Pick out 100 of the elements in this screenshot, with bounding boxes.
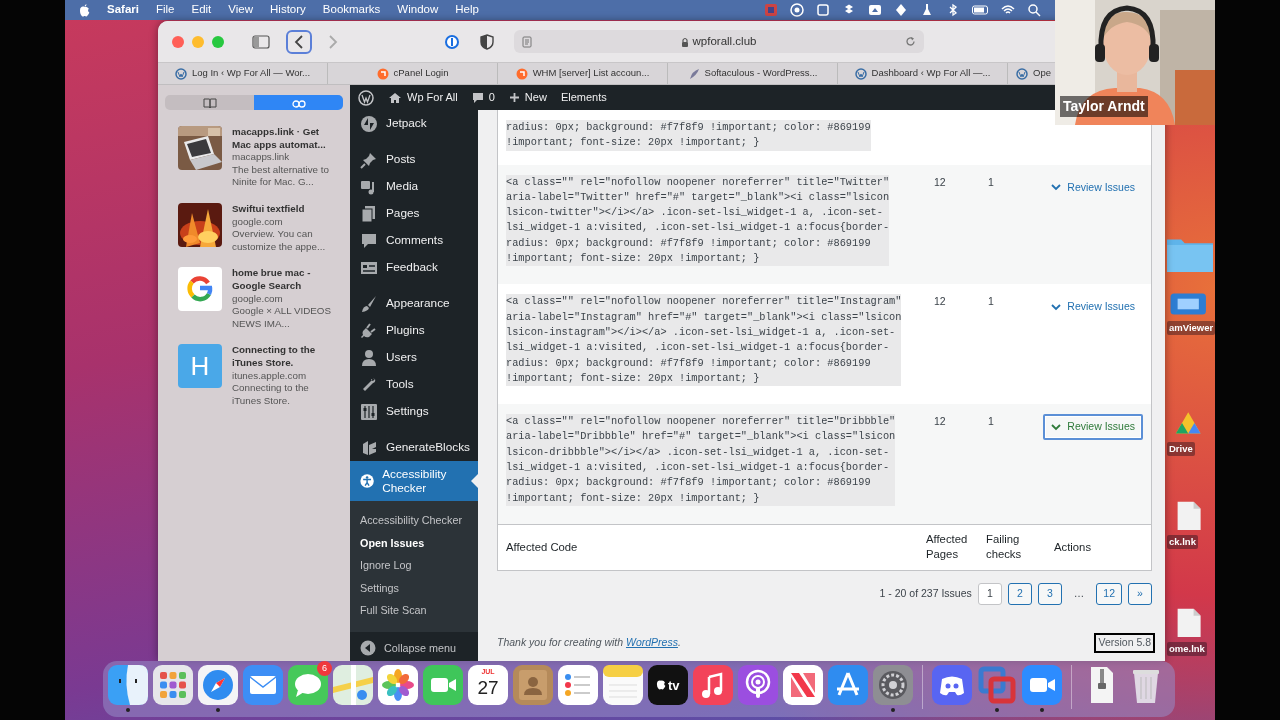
menu-bar-item[interactable]: Window [397, 1, 439, 19]
podcast-icon[interactable] [738, 665, 778, 705]
article-title[interactable]: Swiftui textfield [232, 202, 337, 216]
menu-item[interactable]: Feedback [350, 254, 478, 281]
search-icon[interactable] [1027, 3, 1041, 17]
close-button[interactable] [172, 35, 184, 48]
menu-item[interactable]: Appearance [350, 290, 478, 317]
cloud-icon[interactable] [868, 3, 882, 17]
video-camera-icon[interactable] [423, 665, 463, 705]
grid-icon[interactable] [153, 665, 193, 705]
menu-item[interactable]: Posts [350, 146, 478, 173]
app-menu[interactable]: Safari [107, 1, 139, 19]
menu-item[interactable]: GenerateBlocks [350, 434, 478, 461]
password-icon[interactable] [444, 33, 460, 50]
desktop-icon-label[interactable]: amViewer [1167, 321, 1215, 336]
battery-icon[interactable] [972, 3, 989, 17]
menu-item[interactable]: Accessibility Checker [350, 461, 478, 501]
review-issues-button[interactable]: Review Issues [1043, 294, 1143, 321]
diamond-icon[interactable] [894, 3, 908, 17]
desktop-icon-label[interactable]: Drive [1167, 442, 1195, 457]
menu-item[interactable]: Plugins [350, 317, 478, 344]
menu-item[interactable]: Settings [350, 398, 478, 425]
affected-code: <a class="" rel="nofollow noopener noreferrer" title="Twitter" aria-label="Twitter" href="#" target="_blank"><i class="lsicon lsicon-twitter"></i></a> .icon-set-lsi_widget-1 a, .icon-set- lsi_widget-1 a:visited, .icon-set-lsi_widget-1 a:focus{border- radius: 0px; background: #f7f8f9 !important; color: #869199 !important; font-size: 20px !important; } [506, 174, 890, 267]
site-name-link[interactable]: Wp For All [388, 89, 458, 106]
page-button[interactable]: 2 [1007, 582, 1032, 605]
browser-tab[interactable]: Ope [1008, 63, 1054, 84]
wordpress-link[interactable]: WordPress [626, 636, 678, 649]
article-excerpt: Connecting to the iTunes Store. [232, 382, 310, 408]
page-button[interactable]: 3 [1037, 582, 1062, 605]
page-button[interactable]: » [1128, 582, 1152, 605]
new-content-link[interactable]: New [508, 89, 547, 106]
record-icon[interactable] [790, 3, 804, 17]
crossed-lines-icon[interactable] [828, 665, 868, 705]
map-icon[interactable] [333, 665, 373, 705]
chat-bubble-icon[interactable] [288, 665, 328, 705]
chevron-down-icon [1051, 303, 1062, 311]
column-header[interactable]: Affected Pages [926, 532, 986, 563]
square-icon[interactable] [816, 3, 830, 17]
menu-item[interactable]: Jetpack [350, 110, 478, 137]
pagination-summary: 1 - 20 of 237 Issues [879, 586, 972, 602]
page-button[interactable]: 1 [977, 582, 1002, 605]
browser-tab[interactable]: cPanel Login [328, 63, 498, 84]
desktop-icon-label[interactable]: ome.lnk [1167, 642, 1207, 657]
menu-bar-item[interactable]: Help [455, 1, 479, 19]
wordpress-logo-icon[interactable] [358, 89, 374, 106]
music-note-icon[interactable] [693, 665, 733, 705]
comments-link[interactable]: 0 [471, 89, 495, 106]
page-button[interactable]: 12 [1096, 582, 1122, 605]
column-header[interactable]: Affected Code [506, 538, 926, 556]
menu-item[interactable]: Comments [350, 227, 478, 254]
affected-pages-count: 12 [933, 294, 947, 310]
gear-icon[interactable] [873, 665, 913, 705]
browser-tab[interactable]: Softaculous - WordPress... [668, 63, 838, 84]
menu-bar-item[interactable]: File [155, 1, 175, 19]
column-header[interactable]: Actions [1054, 538, 1092, 556]
menu-bar-item[interactable]: Bookmarks [322, 1, 381, 19]
menu-item[interactable]: Tools [350, 371, 478, 398]
desktop-icon-label[interactable]: ck.lnk [1167, 535, 1198, 550]
segment-button[interactable] [254, 95, 343, 110]
submenu-item[interactable]: Settings [350, 576, 478, 599]
article-title[interactable]: Connecting to the iTunes Store. [232, 344, 337, 370]
flask-icon[interactable] [920, 3, 934, 17]
menu-item[interactable]: Users [350, 344, 478, 371]
submenu-item[interactable]: Accessibility Checker [350, 509, 478, 532]
menu-item[interactable]: Pages [350, 200, 478, 227]
browser-tab[interactable]: Dashboard ‹ Wp For All —... [838, 63, 1008, 84]
reader-icon[interactable] [522, 35, 532, 48]
sidebar-toggle-icon[interactable] [252, 34, 270, 49]
split-face-square-icon[interactable] [108, 665, 148, 705]
shield-icon[interactable] [480, 33, 494, 50]
video-camera-icon[interactable] [1022, 665, 1062, 705]
menu-bar-item[interactable]: Edit [191, 1, 212, 19]
browser-tab[interactable]: WHM [server] List accoun... [498, 63, 668, 84]
review-issues-button[interactable]: Review Issues [1043, 174, 1143, 201]
column-header[interactable]: Failing checks [986, 532, 1044, 563]
notepad-icon[interactable] [603, 665, 643, 705]
submenu-item[interactable]: Full Site Scan [350, 599, 478, 622]
admin-bar-link[interactable]: Elements [560, 89, 607, 106]
envelope-icon[interactable] [243, 665, 283, 705]
menu-bar-item[interactable]: View [228, 1, 254, 19]
back-button[interactable] [286, 29, 312, 54]
submenu-item[interactable]: Open Issues [350, 531, 478, 554]
failing-checks-count: 1 [987, 174, 995, 190]
speech-bubble-icon [360, 231, 378, 250]
slash-icon[interactable] [783, 665, 823, 705]
tv-icon[interactable]: tv [648, 665, 688, 705]
address-field[interactable]: wpforall.club [514, 30, 924, 53]
compass-icon[interactable] [198, 665, 238, 705]
flower-icon[interactable] [378, 665, 418, 705]
article-title[interactable]: home brue mac - Google Search [232, 267, 337, 293]
browser-tab[interactable]: Log In ‹ Wp For All — Wor... [158, 63, 328, 84]
review-issues-button[interactable]: Review Issues [1043, 414, 1143, 440]
checklist-icon[interactable] [558, 665, 598, 705]
menu-bar-item[interactable]: History [270, 1, 306, 19]
submenu-item[interactable]: Ignore Log [350, 554, 478, 577]
article-title[interactable]: macapps.link · Get Mac apps automat... [232, 126, 337, 152]
collapse-menu-button[interactable]: Collapse menu [350, 631, 478, 661]
game-controller-icon[interactable] [932, 665, 972, 705]
menu-item[interactable]: Media [350, 173, 478, 200]
reload-icon[interactable] [905, 36, 916, 47]
